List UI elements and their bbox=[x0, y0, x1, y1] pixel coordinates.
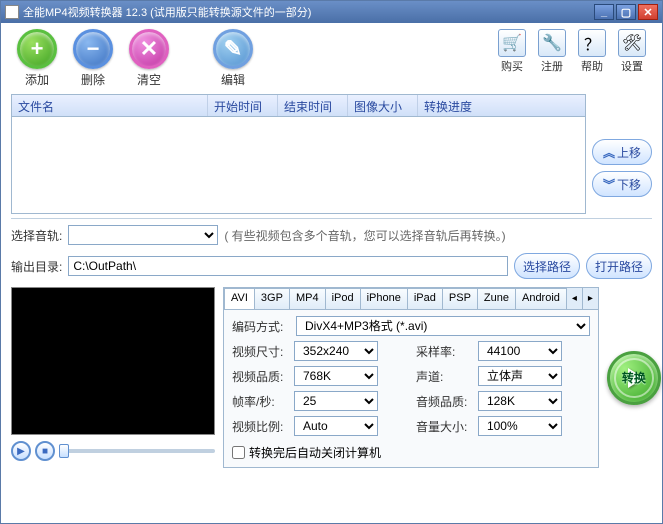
srate-label: 采样率: bbox=[416, 343, 474, 360]
tab-scroll-left[interactable]: ◂ bbox=[566, 288, 582, 309]
move-up-button[interactable]: ︽上移 bbox=[592, 139, 652, 165]
edit-icon: ✎ bbox=[213, 29, 253, 69]
aq-select[interactable]: 128K bbox=[478, 391, 562, 411]
buy-button[interactable]: 🛒购买 bbox=[494, 29, 530, 74]
vq-select[interactable]: 768K bbox=[294, 366, 378, 386]
fps-select[interactable]: 25 bbox=[294, 391, 378, 411]
key-icon: 🔧 bbox=[538, 29, 566, 57]
settings-button[interactable]: 🛠设置 bbox=[614, 29, 650, 74]
col-filename[interactable]: 文件名 bbox=[12, 95, 208, 116]
play-icon bbox=[628, 368, 644, 388]
col-start[interactable]: 开始时间 bbox=[208, 95, 278, 116]
ratio-label: 视频比例: bbox=[232, 418, 290, 435]
col-end[interactable]: 结束时间 bbox=[278, 95, 348, 116]
vsize-label: 视频尺寸: bbox=[232, 343, 290, 360]
choose-path-button[interactable]: 选择路径 bbox=[514, 253, 580, 279]
tab-ipad[interactable]: iPad bbox=[407, 288, 443, 309]
plus-icon: + bbox=[17, 29, 57, 69]
format-tabs: AVI 3GP MP4 iPod iPhone iPad PSP Zune An… bbox=[224, 288, 598, 310]
edit-button[interactable]: ✎编辑 bbox=[209, 29, 257, 88]
col-size[interactable]: 图像大小 bbox=[348, 95, 418, 116]
vol-label: 音量大小: bbox=[416, 418, 474, 435]
tab-android[interactable]: Android bbox=[515, 288, 567, 309]
gear-icon: 🛠 bbox=[618, 29, 646, 57]
tab-mp4[interactable]: MP4 bbox=[289, 288, 326, 309]
tab-avi[interactable]: AVI bbox=[224, 288, 255, 309]
col-progress[interactable]: 转换进度 bbox=[418, 95, 585, 116]
delete-button[interactable]: −删除 bbox=[69, 29, 117, 88]
move-down-button[interactable]: ︾下移 bbox=[592, 171, 652, 197]
chevron-down-icon: ︾ bbox=[603, 176, 615, 193]
window-title: 全能MP4视频转换器 12.3 (试用版只能转换源文件的一部分) bbox=[23, 4, 594, 20]
clear-button[interactable]: ✕清空 bbox=[125, 29, 173, 88]
audio-track-label: 选择音轨: bbox=[11, 227, 62, 244]
slider-thumb[interactable] bbox=[59, 444, 69, 458]
vsize-select[interactable]: 352x240 bbox=[294, 341, 378, 361]
cart-icon: 🛒 bbox=[498, 29, 526, 57]
tab-iphone[interactable]: iPhone bbox=[360, 288, 408, 309]
tab-psp[interactable]: PSP bbox=[442, 288, 478, 309]
ch-label: 声道: bbox=[416, 368, 474, 385]
srate-select[interactable]: 44100 bbox=[478, 341, 562, 361]
shutdown-label: 转换完后自动关闭计算机 bbox=[249, 444, 381, 461]
minimize-button[interactable]: _ bbox=[594, 4, 614, 20]
ratio-select[interactable]: Auto bbox=[294, 416, 378, 436]
encode-select[interactable]: DivX4+MP3格式 (*.avi) bbox=[296, 316, 590, 336]
open-path-button[interactable]: 打开路径 bbox=[586, 253, 652, 279]
convert-button[interactable]: 转换 bbox=[607, 351, 661, 405]
x-icon: ✕ bbox=[129, 29, 169, 69]
encode-label: 编码方式: bbox=[232, 318, 290, 335]
help-button[interactable]: ？帮助 bbox=[574, 29, 610, 74]
app-icon bbox=[5, 5, 19, 19]
vol-select[interactable]: 100% bbox=[478, 416, 562, 436]
stop-button[interactable]: ■ bbox=[35, 441, 55, 461]
tab-scroll-right[interactable]: ▸ bbox=[582, 288, 598, 309]
tab-ipod[interactable]: iPod bbox=[325, 288, 361, 309]
output-dir-label: 输出目录: bbox=[11, 258, 62, 275]
maximize-button[interactable]: ▢ bbox=[616, 4, 636, 20]
seek-slider[interactable] bbox=[59, 449, 215, 453]
tab-3gp[interactable]: 3GP bbox=[254, 288, 290, 309]
tab-zune[interactable]: Zune bbox=[477, 288, 516, 309]
minus-icon: − bbox=[73, 29, 113, 69]
titlebar: 全能MP4视频转换器 12.3 (试用版只能转换源文件的一部分) _ ▢ ✕ bbox=[1, 1, 662, 23]
ch-select[interactable]: 立体声 bbox=[478, 366, 562, 386]
aq-label: 音频品质: bbox=[416, 393, 474, 410]
audio-track-select[interactable] bbox=[68, 225, 218, 245]
chevron-up-icon: ︽ bbox=[603, 144, 615, 161]
shutdown-checkbox[interactable] bbox=[232, 446, 245, 459]
audio-note: ( 有些视频包含多个音轨，您可以选择音轨后再转换。) bbox=[224, 227, 505, 244]
close-button[interactable]: ✕ bbox=[638, 4, 658, 20]
output-dir-input[interactable] bbox=[68, 256, 508, 276]
play-button[interactable]: ▶ bbox=[11, 441, 31, 461]
file-table[interactable]: 文件名 开始时间 结束时间 图像大小 转换进度 bbox=[11, 94, 586, 214]
help-icon: ？ bbox=[578, 29, 606, 57]
add-button[interactable]: +添加 bbox=[13, 29, 61, 88]
register-button[interactable]: 🔧注册 bbox=[534, 29, 570, 74]
fps-label: 帧率/秒: bbox=[232, 393, 290, 410]
preview-screen bbox=[11, 287, 215, 435]
vq-label: 视频品质: bbox=[232, 368, 290, 385]
